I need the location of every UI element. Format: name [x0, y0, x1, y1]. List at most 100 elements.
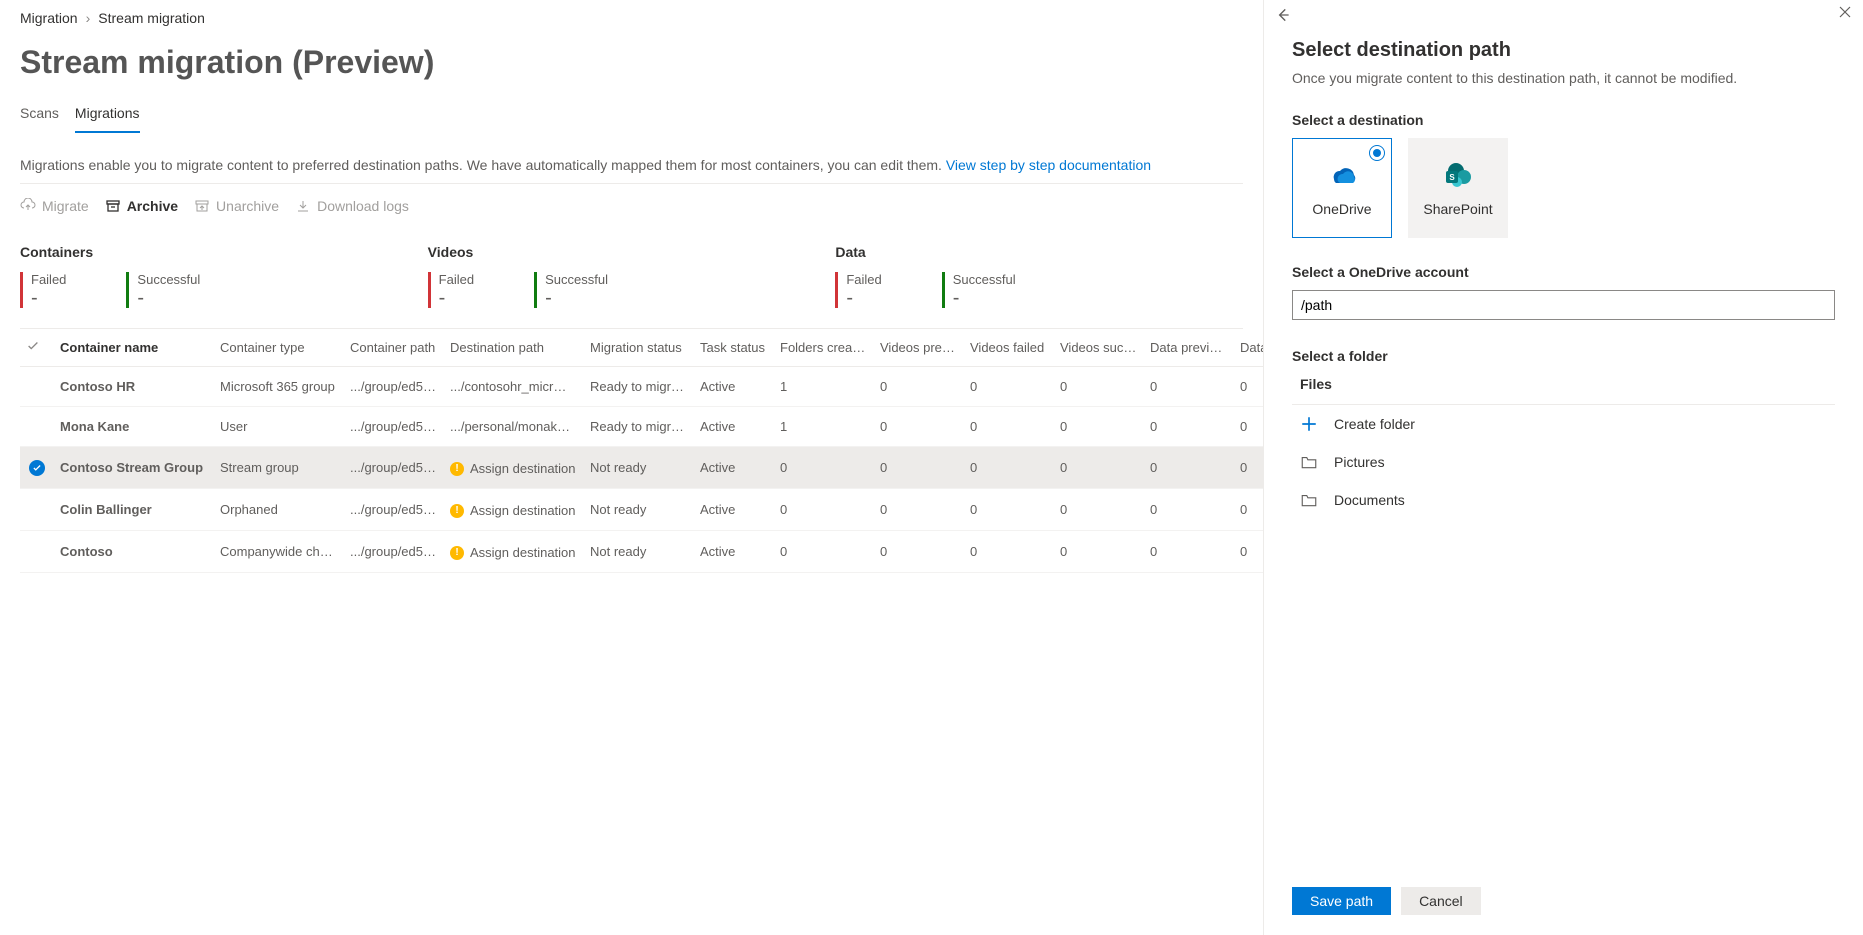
stat-failed-label: Failed	[31, 272, 66, 287]
column-header-vprev[interactable]: Videos prev…	[874, 329, 964, 367]
column-header-mstatus[interactable]: Migration status	[584, 329, 694, 367]
cell-tstatus: Active	[694, 489, 774, 531]
panel-subtitle: Once you migrate content to this destina…	[1292, 70, 1835, 86]
cell-dpath: .../contosohr_micr…	[444, 367, 584, 407]
cell-name: Colin Ballinger	[54, 489, 214, 531]
stat-success-label: Successful	[953, 272, 1016, 287]
documentation-link[interactable]: View step by step documentation	[946, 157, 1151, 173]
green-bar-icon	[942, 272, 945, 308]
sharepoint-label: SharePoint	[1423, 201, 1492, 217]
stat-success-label: Successful	[545, 272, 608, 287]
cell-folders: 0	[774, 489, 874, 531]
archive-icon	[105, 198, 121, 214]
column-header-dprev[interactable]: Data previo…	[1144, 329, 1234, 367]
stat-success-value: -	[953, 287, 1016, 310]
column-header-type[interactable]: Container type	[214, 329, 344, 367]
download-icon	[295, 198, 311, 214]
stats-heading-containers: Containers	[20, 244, 428, 260]
close-icon	[1837, 4, 1853, 20]
onedrive-label: OneDrive	[1312, 201, 1371, 217]
green-bar-icon	[534, 272, 537, 308]
column-header-folders[interactable]: Folders created	[774, 329, 874, 367]
cell-dpath[interactable]: !Assign destination	[444, 531, 584, 573]
cell-folders: 1	[774, 407, 874, 447]
folder-label: Select a folder	[1292, 348, 1835, 364]
migrate-button[interactable]: Migrate	[20, 198, 89, 214]
cloud-upload-icon	[20, 198, 36, 214]
column-header-dpath[interactable]: Destination path	[444, 329, 584, 367]
cell-vsucc: 0	[1054, 531, 1144, 573]
cell-folders: 1	[774, 367, 874, 407]
tab-migrations[interactable]: Migrations	[75, 99, 140, 133]
cell-type: Orphaned	[214, 489, 344, 531]
cell-dprev: 0	[1144, 367, 1234, 407]
cell-dfail: 0	[1234, 489, 1263, 531]
cell-dprev: 0	[1144, 447, 1234, 489]
cell-folders: 0	[774, 531, 874, 573]
create-folder-item[interactable]: Create folder	[1292, 405, 1835, 443]
stat-success-value: -	[137, 287, 200, 310]
cell-vsucc: 0	[1054, 447, 1144, 489]
cell-cpath: .../group/ed53…	[344, 489, 444, 531]
destination-label: Select a destination	[1292, 112, 1835, 128]
cell-tstatus: Active	[694, 531, 774, 573]
cell-mstatus: Ready to migrate	[584, 367, 694, 407]
column-header-vsucc[interactable]: Videos succ…	[1054, 329, 1144, 367]
arrow-left-icon	[1274, 6, 1292, 24]
cell-dpath[interactable]: !Assign destination	[444, 447, 584, 489]
cell-dfail: 0	[1234, 407, 1263, 447]
toolbar: Migrate Archive Unarchive Download logs	[20, 184, 1243, 222]
column-header-select[interactable]	[20, 329, 54, 367]
cell-name: Contoso	[54, 531, 214, 573]
tab-scans[interactable]: Scans	[20, 99, 59, 133]
download-logs-button[interactable]: Download logs	[295, 198, 409, 214]
description: Migrations enable you to migrate content…	[20, 143, 1243, 184]
column-header-name[interactable]: Container name	[54, 329, 214, 367]
green-bar-icon	[126, 272, 129, 308]
breadcrumb-root[interactable]: Migration	[20, 10, 78, 26]
column-header-cpath[interactable]: Container path	[344, 329, 444, 367]
column-header-tstatus[interactable]: Task status	[694, 329, 774, 367]
table-row[interactable]: Contoso Stream GroupStream group.../grou…	[20, 447, 1263, 489]
cell-vfail: 0	[964, 407, 1054, 447]
destination-card-sharepoint[interactable]: S SharePoint	[1408, 138, 1508, 238]
plus-icon	[1300, 415, 1318, 433]
folder-item-documents[interactable]: Documents	[1292, 481, 1835, 519]
column-header-vfail[interactable]: Videos failed	[964, 329, 1054, 367]
cell-dpath[interactable]: !Assign destination	[444, 489, 584, 531]
unarchive-button[interactable]: Unarchive	[194, 198, 279, 214]
cell-cpath: .../group/ed53…	[344, 407, 444, 447]
radio-selected-icon	[1369, 145, 1385, 161]
folder-item-pictures[interactable]: Pictures	[1292, 443, 1835, 481]
stat-failed-value: -	[31, 287, 66, 310]
cell-tstatus: Active	[694, 407, 774, 447]
table-row[interactable]: Colin BallingerOrphaned.../group/ed53…!A…	[20, 489, 1263, 531]
warning-icon: !	[450, 504, 464, 518]
path-input[interactable]	[1292, 290, 1835, 320]
cell-tstatus: Active	[694, 367, 774, 407]
table-row[interactable]: Contoso HRMicrosoft 365 group.../group/e…	[20, 367, 1263, 407]
red-bar-icon	[20, 272, 23, 308]
cell-mstatus: Not ready	[584, 489, 694, 531]
description-text: Migrations enable you to migrate content…	[20, 157, 946, 173]
save-path-button[interactable]: Save path	[1292, 887, 1391, 915]
table-row[interactable]: ContosoCompanywide channel.../group/ed53…	[20, 531, 1263, 573]
table-row[interactable]: Mona KaneUser.../group/ed53….../personal…	[20, 407, 1263, 447]
close-button[interactable]	[1837, 4, 1853, 25]
breadcrumb-current: Stream migration	[98, 10, 205, 26]
red-bar-icon	[835, 272, 838, 308]
cell-cpath: .../group/ed53…	[344, 367, 444, 407]
archive-label: Archive	[127, 198, 178, 214]
archive-button[interactable]: Archive	[105, 198, 178, 214]
cell-name: Contoso Stream Group	[54, 447, 214, 489]
column-header-dfail[interactable]: Data failed	[1234, 329, 1263, 367]
destination-card-onedrive[interactable]: OneDrive	[1292, 138, 1392, 238]
cell-vprev: 0	[874, 489, 964, 531]
folder-label-pictures: Pictures	[1334, 454, 1385, 470]
warning-icon: !	[450, 546, 464, 560]
cancel-button[interactable]: Cancel	[1401, 887, 1481, 915]
cell-vfail: 0	[964, 489, 1054, 531]
stat-failed-value: -	[439, 287, 474, 310]
back-button[interactable]	[1274, 6, 1292, 27]
cell-folders: 0	[774, 447, 874, 489]
